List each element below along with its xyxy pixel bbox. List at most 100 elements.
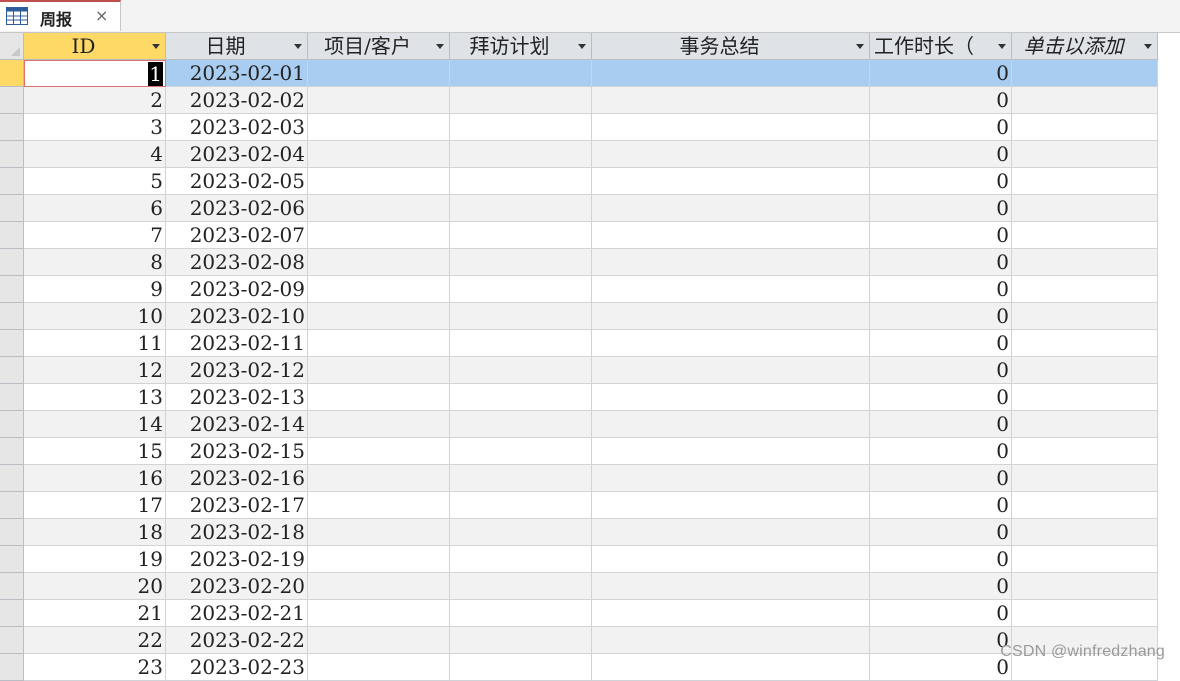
cell-summary[interactable]	[592, 168, 870, 195]
cell-id[interactable]: 21	[24, 600, 166, 627]
cell-id[interactable]: 1	[24, 60, 166, 87]
cell-visit[interactable]	[450, 276, 592, 303]
dropdown-arrow-icon[interactable]	[578, 44, 586, 49]
cell-date[interactable]: 2023-02-20	[166, 573, 308, 600]
cell-add[interactable]	[1012, 573, 1158, 600]
cell-add[interactable]	[1012, 384, 1158, 411]
cell-hours[interactable]: 0	[870, 330, 1012, 357]
column-header-click-to-add[interactable]: 单击以添加	[1012, 33, 1158, 60]
tab-weekly-report[interactable]: 周报 ×	[0, 0, 121, 31]
cell-date[interactable]: 2023-02-13	[166, 384, 308, 411]
cell-visit[interactable]	[450, 87, 592, 114]
record-selector[interactable]	[0, 195, 24, 222]
cell-visit[interactable]	[450, 600, 592, 627]
cell-date[interactable]: 2023-02-09	[166, 276, 308, 303]
cell-project[interactable]	[308, 114, 450, 141]
record-selector[interactable]	[0, 600, 24, 627]
cell-visit[interactable]	[450, 303, 592, 330]
cell-id[interactable]: 23	[24, 654, 166, 681]
table-row[interactable]: 10 2023-02-10 0	[0, 303, 1180, 330]
cell-visit[interactable]	[450, 195, 592, 222]
cell-visit[interactable]	[450, 330, 592, 357]
cell-hours[interactable]: 0	[870, 573, 1012, 600]
cell-project[interactable]	[308, 303, 450, 330]
cell-summary[interactable]	[592, 60, 870, 87]
cell-date[interactable]: 2023-02-17	[166, 492, 308, 519]
cell-add[interactable]	[1012, 330, 1158, 357]
cell-id[interactable]: 8	[24, 249, 166, 276]
cell-visit[interactable]	[450, 411, 592, 438]
cell-add[interactable]	[1012, 114, 1158, 141]
cell-date[interactable]: 2023-02-12	[166, 357, 308, 384]
close-icon[interactable]: ×	[95, 6, 108, 25]
column-header-date[interactable]: 日期	[166, 33, 308, 60]
cell-hours[interactable]: 0	[870, 438, 1012, 465]
record-selector[interactable]	[0, 411, 24, 438]
cell-summary[interactable]	[592, 357, 870, 384]
cell-hours[interactable]: 0	[870, 357, 1012, 384]
cell-id[interactable]: 5	[24, 168, 166, 195]
cell-date[interactable]: 2023-02-01	[166, 60, 308, 87]
cell-date[interactable]: 2023-02-03	[166, 114, 308, 141]
cell-visit[interactable]	[450, 519, 592, 546]
cell-project[interactable]	[308, 654, 450, 681]
cell-date[interactable]: 2023-02-19	[166, 546, 308, 573]
cell-hours[interactable]: 0	[870, 114, 1012, 141]
cell-date[interactable]: 2023-02-15	[166, 438, 308, 465]
cell-id[interactable]: 9	[24, 276, 166, 303]
cell-add[interactable]	[1012, 195, 1158, 222]
cell-hours[interactable]: 0	[870, 303, 1012, 330]
cell-hours[interactable]: 0	[870, 519, 1012, 546]
cell-hours[interactable]: 0	[870, 492, 1012, 519]
cell-date[interactable]: 2023-02-16	[166, 465, 308, 492]
cell-project[interactable]	[308, 276, 450, 303]
cell-project[interactable]	[308, 330, 450, 357]
cell-date[interactable]: 2023-02-02	[166, 87, 308, 114]
record-selector[interactable]	[0, 546, 24, 573]
cell-add[interactable]	[1012, 60, 1158, 87]
record-selector[interactable]	[0, 114, 24, 141]
cell-visit[interactable]	[450, 222, 592, 249]
cell-project[interactable]	[308, 60, 450, 87]
cell-summary[interactable]	[592, 195, 870, 222]
record-selector[interactable]	[0, 222, 24, 249]
cell-visit[interactable]	[450, 168, 592, 195]
record-selector[interactable]	[0, 276, 24, 303]
cell-hours[interactable]: 0	[870, 411, 1012, 438]
table-row[interactable]: 12 2023-02-12 0	[0, 357, 1180, 384]
table-row[interactable]: 14 2023-02-14 0	[0, 411, 1180, 438]
cell-id[interactable]: 19	[24, 546, 166, 573]
dropdown-arrow-icon[interactable]	[294, 44, 302, 49]
cell-hours[interactable]: 0	[870, 249, 1012, 276]
cell-id[interactable]: 4	[24, 141, 166, 168]
cell-id[interactable]: 10	[24, 303, 166, 330]
table-row[interactable]: 20 2023-02-20 0	[0, 573, 1180, 600]
cell-project[interactable]	[308, 573, 450, 600]
record-selector[interactable]	[0, 357, 24, 384]
cell-add[interactable]	[1012, 465, 1158, 492]
table-row[interactable]: 17 2023-02-17 0	[0, 492, 1180, 519]
cell-id[interactable]: 7	[24, 222, 166, 249]
cell-summary[interactable]	[592, 249, 870, 276]
cell-summary[interactable]	[592, 411, 870, 438]
cell-project[interactable]	[308, 519, 450, 546]
table-row[interactable]: 18 2023-02-18 0	[0, 519, 1180, 546]
cell-visit[interactable]	[450, 573, 592, 600]
cell-project[interactable]	[308, 546, 450, 573]
cell-hours[interactable]: 0	[870, 546, 1012, 573]
cell-hours[interactable]: 0	[870, 465, 1012, 492]
cell-summary[interactable]	[592, 519, 870, 546]
cell-hours[interactable]: 0	[870, 141, 1012, 168]
table-row[interactable]: 21 2023-02-21 0	[0, 600, 1180, 627]
cell-date[interactable]: 2023-02-07	[166, 222, 308, 249]
cell-hours[interactable]: 0	[870, 627, 1012, 654]
cell-add[interactable]	[1012, 438, 1158, 465]
cell-date[interactable]: 2023-02-18	[166, 519, 308, 546]
cell-project[interactable]	[308, 600, 450, 627]
table-row[interactable]: 16 2023-02-16 0	[0, 465, 1180, 492]
cell-hours[interactable]: 0	[870, 222, 1012, 249]
cell-project[interactable]	[308, 411, 450, 438]
cell-hours[interactable]: 0	[870, 60, 1012, 87]
cell-summary[interactable]	[592, 87, 870, 114]
cell-add[interactable]	[1012, 303, 1158, 330]
